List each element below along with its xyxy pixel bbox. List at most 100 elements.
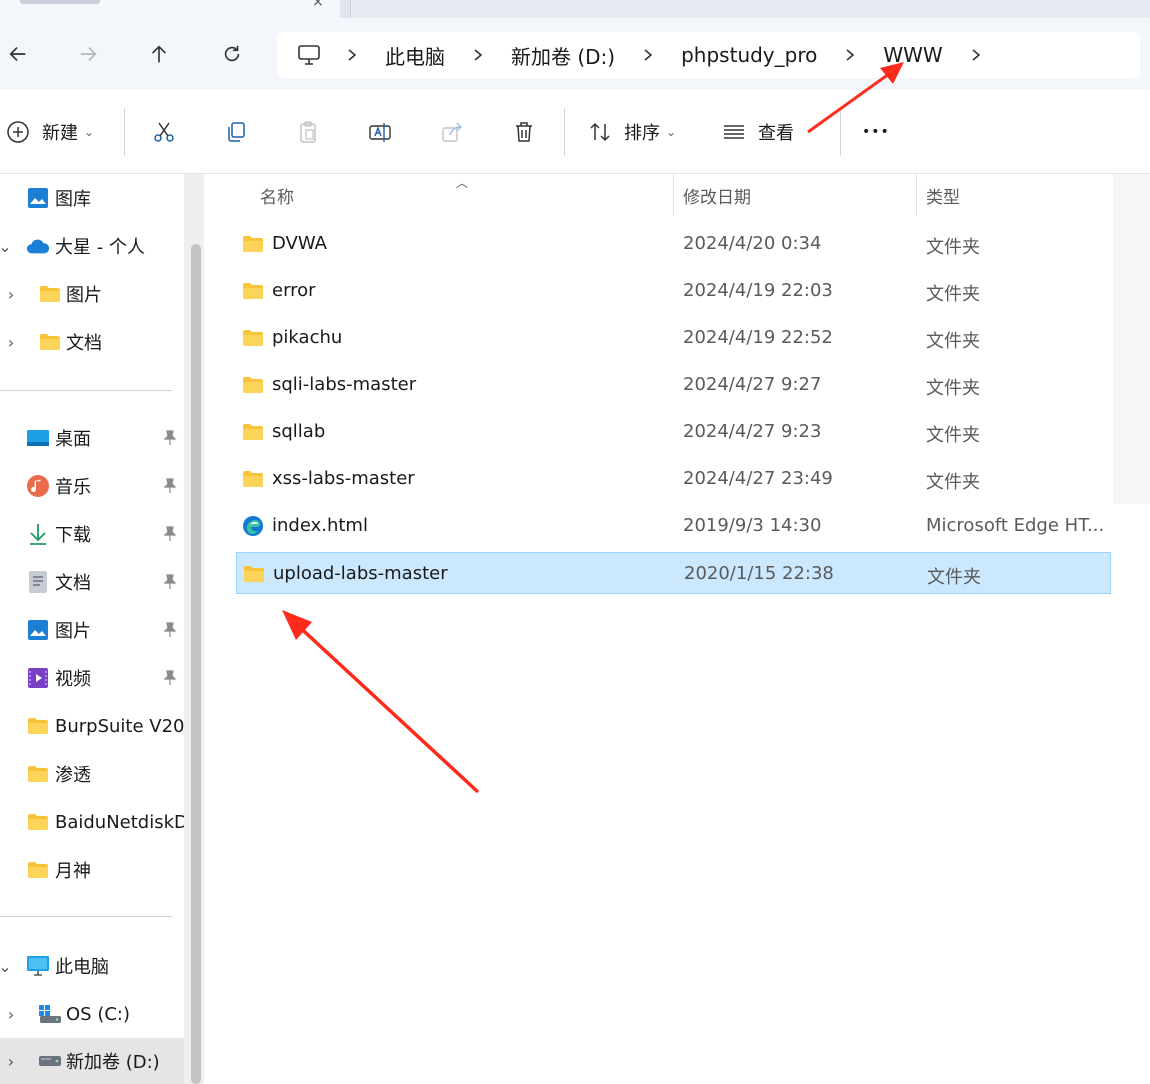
view-button[interactable]: 查看 [722,114,794,150]
sidebar-item-drive-d[interactable]: › 新加卷 (D:) [0,1038,184,1084]
back-button[interactable] [0,36,36,72]
table-row-selected[interactable]: upload-labs-master 2020/1/15 22:38 文件夹 [236,552,1111,594]
pin-icon[interactable] [160,668,180,688]
sidebar-item-burpsuite[interactable]: BurpSuite V202 [0,706,184,746]
trash-icon [516,122,532,142]
file-name: sqli-labs-master [272,374,417,395]
sidebar-divider [0,390,172,391]
file-name: DVWA [272,233,327,254]
more-icon: ••• [862,124,890,140]
column-header-name[interactable]: 名称 [260,174,294,216]
chevron-right-icon[interactable]: › [4,285,18,304]
address-row: 此电脑 新加卷 (D:) phpstudy_pro WWW [0,18,1150,90]
chevron-right-icon[interactable] [471,48,485,62]
table-row[interactable]: DVWA 2024/4/20 0:34 文件夹 [236,223,1111,265]
file-type: 文件夹 [926,472,980,493]
tab-active[interactable]: × [0,0,340,18]
arrow-left-icon [9,46,26,62]
tab-strip: × [0,0,1150,18]
pin-icon[interactable] [160,524,180,544]
pin-icon[interactable] [160,428,180,448]
sidebar-item-pentest[interactable]: 渗透 [0,754,184,794]
column-divider[interactable] [673,174,674,216]
breadcrumb-item-www[interactable]: WWW [883,43,942,67]
sidebar-item-downloads[interactable]: 下载 [0,514,184,554]
more-options-button[interactable]: ••• [862,114,890,150]
new-button[interactable]: 新建 ⌄ [6,114,94,150]
tab-close-icon[interactable]: × [312,0,324,10]
chevron-down-icon[interactable]: ⌄ [0,957,12,976]
edge-html-icon [243,516,263,536]
sidebar-item-label: 图片 [66,285,102,306]
breadcrumb-item-drive-d[interactable]: 新加卷 (D:) [511,41,615,70]
cut-button[interactable] [152,114,176,150]
file-modified: 2024/4/27 23:49 [683,468,833,489]
sidebar-item-music[interactable]: 音乐 [0,466,184,506]
delete-button[interactable] [512,114,536,150]
table-row[interactable]: sqli-labs-master 2024/4/27 9:27 文件夹 [236,364,1111,406]
chevron-down-icon[interactable]: ⌄ [0,237,12,256]
file-modified: 2019/9/3 14:30 [683,515,822,536]
sidebar-item-onedrive[interactable]: ⌄ 大星 - 个人 [0,226,184,266]
table-row[interactable]: index.html 2019/9/3 14:30 Microsoft Edge… [236,505,1111,547]
file-modified: 2024/4/27 9:27 [683,374,822,395]
sidebar-item-yueshen[interactable]: 月神 [0,850,184,890]
sidebar-item-onedrive-documents[interactable]: › 文档 [0,322,184,362]
up-button[interactable] [141,36,177,72]
copy-button[interactable] [224,114,248,150]
sidebar-item-documents[interactable]: 文档 [0,562,184,602]
toolbar-divider [840,108,841,156]
sidebar-item-label: 此电脑 [55,957,109,978]
chevron-right-icon[interactable]: › [4,1005,18,1024]
sort-button[interactable]: 排序 ⌄ [588,114,676,150]
chevron-right-icon[interactable] [345,48,359,62]
table-row[interactable]: error 2024/4/19 22:03 文件夹 [236,270,1111,312]
pin-icon[interactable] [160,572,180,592]
table-row[interactable]: xss-labs-master 2024/4/27 23:49 文件夹 [236,458,1111,500]
sidebar-item-baidunetdisk[interactable]: BaiduNetdiskD [0,802,184,842]
forward-button[interactable] [70,36,106,72]
chevron-right-icon[interactable]: › [4,1052,18,1071]
file-modified: 2024/4/27 9:23 [683,421,822,442]
documents-icon [26,570,50,594]
table-row[interactable]: pikachu 2024/4/19 22:52 文件夹 [236,317,1111,359]
file-name: index.html [272,515,368,536]
pin-icon[interactable] [160,620,180,640]
column-header-modified[interactable]: 修改日期 [683,174,751,216]
breadcrumb-pc[interactable] [277,44,341,66]
sidebar-item-onedrive-pictures[interactable]: › 图片 [0,274,184,314]
sidebar-item-pictures[interactable]: 图片 [0,610,184,650]
chevron-right-icon[interactable] [641,48,655,62]
breadcrumb[interactable]: 此电脑 新加卷 (D:) phpstudy_pro WWW [277,32,1140,78]
pin-icon[interactable] [160,476,180,496]
sidebar-scrollbar-thumb[interactable] [191,244,201,1084]
sidebar-item-this-pc[interactable]: ⌄ 此电脑 [0,946,184,986]
details-pane [1113,504,1150,1084]
this-pc-icon [26,954,50,978]
share-button[interactable] [440,114,464,150]
monitor-icon [298,45,320,65]
breadcrumb-item-this-pc[interactable]: 此电脑 [385,41,445,70]
tab-new[interactable] [350,0,1150,18]
sidebar-item-videos[interactable]: 视频 [0,658,184,698]
sidebar-item-label: 文档 [55,573,91,594]
sidebar-item-gallery[interactable]: 图库 [0,178,184,218]
refresh-button[interactable] [214,36,250,72]
folder-icon [26,762,50,786]
sidebar-item-drive-c[interactable]: › OS (C:) [0,994,184,1034]
sidebar-item-label: 音乐 [55,477,91,498]
chevron-right-icon[interactable] [969,48,983,62]
table-row[interactable]: sqllab 2024/4/27 9:23 文件夹 [236,411,1111,453]
folder-icon [243,283,263,299]
breadcrumb-item-phpstudy[interactable]: phpstudy_pro [681,43,817,67]
sidebar-item-label: 桌面 [55,429,91,450]
rename-button[interactable] [368,114,392,150]
chevron-right-icon[interactable] [843,48,857,62]
paste-button[interactable] [296,114,320,150]
scissors-icon [154,122,174,142]
refresh-icon [224,45,240,62]
chevron-right-icon[interactable]: › [4,333,18,352]
column-divider[interactable] [916,174,917,216]
column-header-type[interactable]: 类型 [926,174,960,216]
sidebar-item-desktop[interactable]: 桌面 [0,418,184,458]
